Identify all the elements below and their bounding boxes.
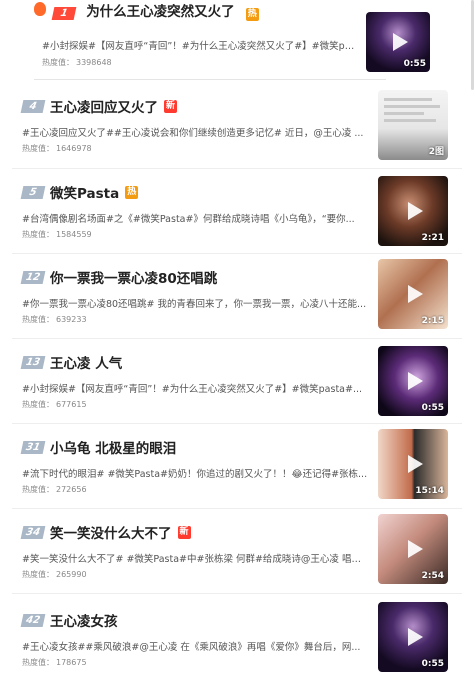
- item-desc: #流下时代的眼泪# #微笑Pasta#奶奶！你追过的剧又火了！！😂还记得#张栋.…: [22, 469, 368, 480]
- image-thumbnail[interactable]: 2图: [378, 90, 448, 160]
- new-tag: 新: [177, 525, 191, 539]
- play-icon[interactable]: [393, 33, 408, 51]
- title-row: 13 王心凌 人气: [20, 352, 122, 372]
- duration: 2:54: [421, 571, 444, 581]
- item-title[interactable]: 王心凌 人气: [50, 352, 122, 372]
- hot-tag: 热: [245, 8, 259, 21]
- rank-badge: 12: [20, 270, 46, 284]
- video-thumbnail[interactable]: 0:55: [378, 602, 448, 672]
- image-count: 2图: [428, 147, 444, 157]
- item-title[interactable]: 为什么王心凌突然又火了: [86, 4, 235, 20]
- play-icon[interactable]: [408, 285, 423, 303]
- hot-tag: 热: [125, 185, 139, 199]
- item-desc: #你一票我一票心凌80还唱跳# 我的青春回来了，你一票我一票，心凌八十还能...: [22, 299, 367, 310]
- rank-badge: 1: [51, 7, 77, 20]
- play-icon[interactable]: [408, 202, 423, 220]
- duration: 0:55: [403, 59, 426, 69]
- heat-value: 热度值： 639233: [22, 315, 87, 324]
- heat-value: 热度值： 178675: [22, 658, 87, 667]
- video-thumbnail[interactable]: 0:55: [378, 346, 448, 416]
- item-title[interactable]: 微笑Pasta: [50, 182, 119, 202]
- duration: 0:55: [421, 403, 444, 413]
- item-title[interactable]: 小乌龟 北极星的眼泪: [50, 437, 176, 457]
- item-desc: #台湾偶像剧名场面#之《#微笑Pasta#》何群给成晓诗唱《小乌龟》，“要你..…: [22, 214, 355, 225]
- heat-value: 热度值： 1646978: [22, 144, 92, 153]
- heat-value: 热度值： 677615: [22, 400, 87, 409]
- duration: 0:55: [421, 659, 444, 669]
- item-desc: #笑一笑没什么大不了# #微笑Pasta#中#张栋梁 何群#给成晓诗@王心凌 唱…: [22, 554, 368, 565]
- play-icon[interactable]: [408, 372, 423, 390]
- item-desc: #王心凌回应又火了##王心凌说会和你们继续创造更多记忆# 近日，@王心凌 ...: [22, 128, 364, 139]
- play-icon[interactable]: [408, 540, 423, 558]
- duration: 2:15: [421, 316, 444, 326]
- play-icon[interactable]: [408, 455, 423, 473]
- divider: [12, 508, 462, 509]
- rank-badge: 4: [20, 99, 46, 113]
- scrollbar[interactable]: [471, 0, 474, 90]
- rank-badge: 13: [20, 355, 46, 369]
- rank-badge: 31: [20, 440, 46, 454]
- item-title[interactable]: 你一票我一票心凌80还唱跳: [50, 267, 217, 287]
- divider: [12, 338, 462, 339]
- duration: 2:21: [421, 233, 444, 243]
- heat-value: 热度值： 265990: [22, 570, 87, 579]
- item-desc: #小封探娱#【网友直呼“青回”！#为什么王心凌突然又火了#】#微笑pasta#.…: [42, 41, 357, 52]
- item-title[interactable]: 王心凌回应又火了: [50, 96, 158, 116]
- heat-value: 热度值： 1584559: [22, 230, 92, 239]
- title-row: 12 你一票我一票心凌80还唱跳: [20, 267, 217, 287]
- top-item[interactable]: 1 为什么王心凌突然又火了 热 #小封探娱#【网友直呼“青回”！#为什么王心凌突…: [34, 0, 446, 80]
- video-thumbnail[interactable]: 2:15: [378, 259, 448, 329]
- video-thumbnail[interactable]: 2:54: [378, 514, 448, 584]
- fire-icon: [34, 2, 46, 16]
- title-row: 5 微笑Pasta 热: [20, 182, 139, 202]
- new-tag: 新: [164, 99, 177, 113]
- rank-badge: 5: [20, 185, 46, 199]
- duration: 15:14: [415, 486, 444, 496]
- item-title[interactable]: 王心凌女孩: [50, 610, 118, 630]
- video-thumbnail[interactable]: 0:55: [366, 12, 430, 72]
- title-row: 4 王心凌回应又火了 新: [20, 96, 177, 116]
- title-row: 42 王心凌女孩: [20, 610, 118, 630]
- rank-badge: 34: [20, 525, 46, 539]
- heat-value: 热度值： 272656: [22, 485, 87, 494]
- item-desc: #小封探娱#【网友直呼“青回”！#为什么王心凌突然又火了#】#微笑pasta#.…: [22, 384, 363, 395]
- divider: [12, 423, 462, 424]
- video-thumbnail[interactable]: 15:14: [378, 429, 448, 499]
- title-row: 31 小乌龟 北极星的眼泪: [20, 437, 176, 457]
- divider: [12, 253, 462, 254]
- video-thumbnail[interactable]: 2:21: [378, 176, 448, 246]
- item-desc: #王心凌女孩##乘风破浪#@王心凌 在《乘风破浪》再唱《爱你》舞台后，网...: [22, 642, 361, 653]
- title-row: 34 笑一笑没什么大不了 新: [20, 522, 191, 542]
- divider: [12, 593, 462, 594]
- divider: [12, 168, 462, 169]
- divider: [34, 79, 386, 80]
- heat-value: 热度值： 3398648: [42, 58, 112, 67]
- rank-badge: 42: [20, 613, 46, 627]
- item-title[interactable]: 笑一笑没什么大不了: [50, 522, 172, 542]
- play-icon[interactable]: [408, 628, 423, 646]
